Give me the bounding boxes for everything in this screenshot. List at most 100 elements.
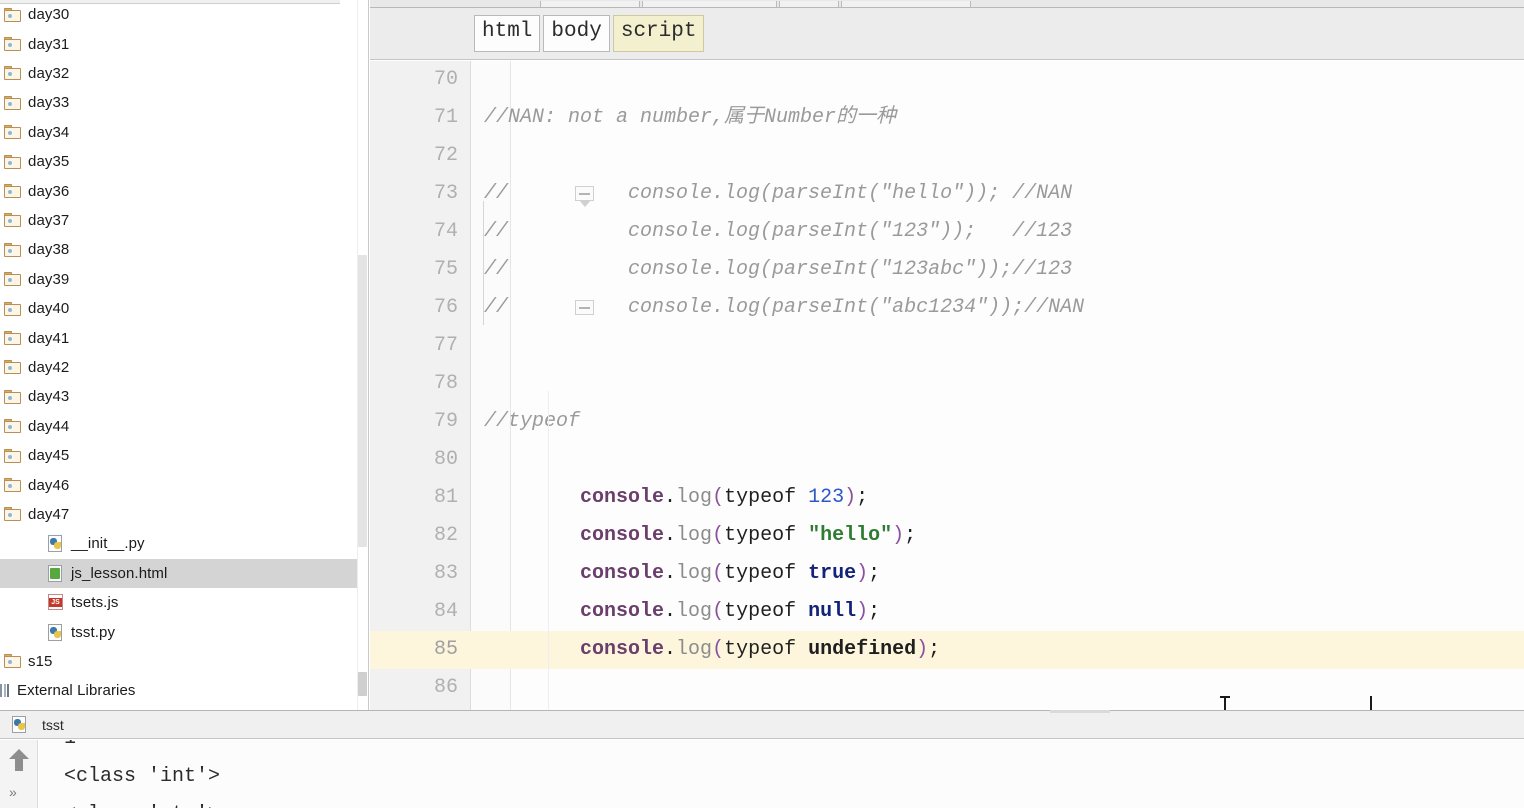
folder-icon <box>4 448 21 463</box>
console-output-line: <class 'str'> <box>64 796 220 808</box>
line-number: 81 <box>433 486 458 509</box>
tree-item-day32[interactable]: day32 <box>0 59 357 88</box>
code-line-75[interactable]: 75 // console.log(parseInt("123abc"));//1… <box>370 251 1524 289</box>
tree-item-js-lesson-html[interactable]: js_lesson.html <box>0 558 357 588</box>
code-line-78[interactable]: 78 <box>370 365 1524 403</box>
line-text: //typeof <box>484 410 581 433</box>
tree-item-day34[interactable]: day34 <box>0 118 357 147</box>
editor-tab[interactable] <box>540 1 640 7</box>
code-line-79[interactable]: 79 //typeof <box>370 403 1524 441</box>
external-libraries-icon <box>0 683 10 698</box>
tree-item-day38[interactable]: day38 <box>0 235 357 264</box>
run-toolbar[interactable]: » <box>0 740 38 808</box>
code-line-71[interactable]: 71 //NAN: not a number,属于Number的一种 <box>370 99 1524 137</box>
editor-tab[interactable] <box>841 1 971 7</box>
code-line-70[interactable]: 70 <box>370 61 1524 99</box>
line-number: 86 <box>433 676 458 699</box>
tree-item-day46[interactable]: day46 <box>0 470 357 499</box>
folder-icon <box>4 360 21 375</box>
tree-item-s15[interactable]: s15 <box>0 647 357 676</box>
code-line-86[interactable]: 86 <box>370 669 1524 707</box>
folder-icon <box>4 507 21 522</box>
code-line-72[interactable]: 72 <box>370 137 1524 175</box>
tree-item-day40[interactable]: day40 <box>0 294 357 323</box>
tree-item-day44[interactable]: day44 <box>0 412 357 441</box>
sidebar-scrollbar-thumb[interactable] <box>358 255 367 547</box>
breadcrumb[interactable]: html body script <box>370 8 1524 60</box>
line-text: console.log(typeof undefined); <box>580 638 941 661</box>
tree-item-label: day41 <box>28 329 70 347</box>
code-line-82[interactable]: 82 console.log(typeof "hello"); <box>370 517 1524 555</box>
code-line-77[interactable]: 77 <box>370 327 1524 365</box>
editor-tab-strip[interactable] <box>370 0 1524 8</box>
console-output[interactable]: 1 <class 'int'> <class 'str'> <box>39 740 1524 808</box>
tree-item-day35[interactable]: day35 <box>0 147 357 176</box>
tree-item-label: day32 <box>28 64 70 82</box>
folder-icon <box>4 331 21 346</box>
run-tab-tsst[interactable]: tsst <box>8 714 76 735</box>
line-number: 75 <box>433 258 458 281</box>
line-number: 78 <box>433 372 458 395</box>
tree-item-day39[interactable]: day39 <box>0 265 357 294</box>
tree-item-external-libraries[interactable]: External Libraries <box>0 676 357 705</box>
tree-item-label: day34 <box>28 123 70 141</box>
code-line-81[interactable]: 81 console.log(typeof 123); <box>370 479 1524 517</box>
tree-item-day43[interactable]: day43 <box>0 382 357 411</box>
tree-item-day30[interactable]: day30 <box>0 0 357 29</box>
expand-chevrons-icon[interactable]: » <box>9 784 17 800</box>
code-line-85[interactable]: 85 console.log(typeof undefined); <box>370 631 1524 669</box>
code-line-80[interactable]: 80 <box>370 441 1524 479</box>
breadcrumb-script[interactable]: script <box>612 15 705 52</box>
tree-item-day37[interactable]: day37 <box>0 206 357 235</box>
line-text: // console.log(parseInt("123")); //123 <box>484 220 1073 243</box>
tree-item-day33[interactable]: day33 <box>0 88 357 117</box>
folder-icon <box>4 213 21 228</box>
code-line-73[interactable]: 73 // console.log(parseInt("hello")); //N… <box>370 175 1524 213</box>
tree-item-day36[interactable]: day36 <box>0 176 357 205</box>
project-sidebar[interactable]: day30 day31 day32 day33 day34 day35 day36 day37… <box>0 0 369 710</box>
console-scrollbar-sliver[interactable] <box>1050 710 1110 713</box>
line-text: //NAN: not a number,属于Number的一种 <box>484 106 897 129</box>
line-number: 79 <box>433 410 458 433</box>
console-output-line: 1 <box>64 740 76 758</box>
code-line-84[interactable]: 84 console.log(typeof null); <box>370 593 1524 631</box>
line-number: 70 <box>433 68 458 91</box>
line-text: // console.log(parseInt("hello")); //NAN <box>484 182 1073 205</box>
tree-item-tsets-js[interactable]: JS tsets.js <box>0 588 357 617</box>
tree-item--init-py[interactable]: __init__.py <box>0 529 357 558</box>
code-line-76[interactable]: 76 // console.log(parseInt("abc1234"));//… <box>370 289 1524 327</box>
rerun-arrow-icon[interactable] <box>9 749 29 771</box>
line-text: console.log(typeof 123); <box>580 486 869 509</box>
folder-icon <box>4 154 21 169</box>
mouse-ibeam-cursor <box>1220 695 1230 710</box>
line-number: 73 <box>433 182 458 205</box>
tree-item-day41[interactable]: day41 <box>0 323 357 352</box>
editor-tab[interactable] <box>642 1 777 7</box>
code-line-83[interactable]: 83 console.log(typeof true); <box>370 555 1524 593</box>
tree-item-day31[interactable]: day31 <box>0 29 357 58</box>
tree-item-tsst-py[interactable]: tsst.py <box>0 617 357 646</box>
run-tab-bar[interactable]: tsst <box>0 711 1524 739</box>
tree-item-label: day37 <box>28 211 70 229</box>
breadcrumb-body[interactable]: body <box>543 15 610 52</box>
folder-icon <box>4 125 21 140</box>
editor-tab[interactable] <box>779 1 839 7</box>
run-tool-window[interactable]: tsst » 1 <class 'int'> <class 'str'> <box>0 710 1524 808</box>
tree-item-day45[interactable]: day45 <box>0 441 357 470</box>
breadcrumb-html[interactable]: html <box>474 15 541 52</box>
line-text: console.log(typeof null); <box>580 600 881 623</box>
folder-icon <box>4 272 21 287</box>
python-file-icon <box>12 716 28 733</box>
line-number: 82 <box>433 524 458 547</box>
folder-icon <box>4 184 21 199</box>
tree-item-label: s15 <box>28 652 53 670</box>
tree-item-label: day35 <box>28 153 70 171</box>
tree-item-label: External Libraries <box>17 682 136 700</box>
code-surface[interactable]: 70 71 //NAN: not a number,属于Number的一种 72 73 /… <box>370 61 1524 710</box>
tree-item-day42[interactable]: day42 <box>0 353 357 382</box>
sidebar-scrollbar-thumb-lower[interactable] <box>358 672 367 696</box>
code-editor[interactable]: html body script 70 71 //NAN: not a number,属… <box>370 8 1524 710</box>
tree-item-label: day39 <box>28 270 70 288</box>
code-line-74[interactable]: 74 // console.log(parseInt("123")); //123 <box>370 213 1524 251</box>
tree-item-day47[interactable]: day47 <box>0 500 357 529</box>
